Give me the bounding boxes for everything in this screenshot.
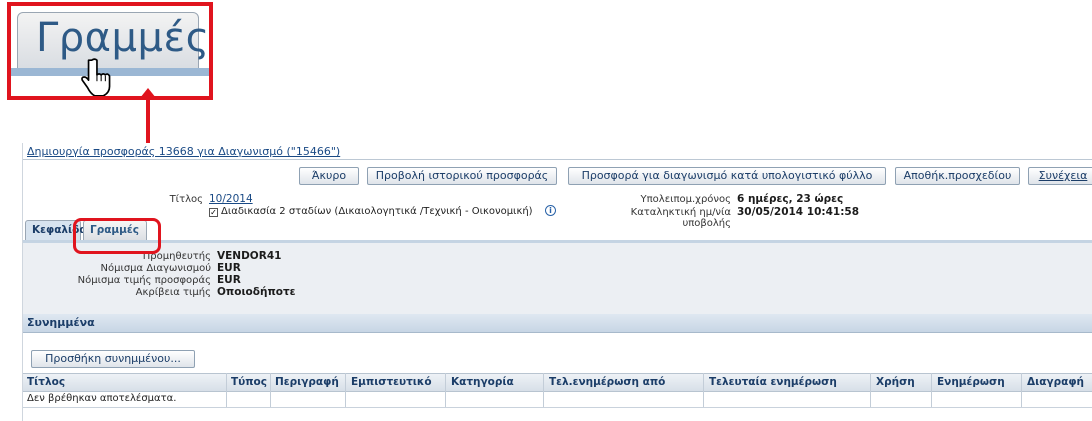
cancel-button[interactable]: Άκυρο [299, 167, 359, 185]
column-header[interactable]: Χρήση [876, 376, 915, 388]
page-title[interactable]: Δημιουργία προσφοράς 13668 για Διαγωνισμ… [27, 145, 340, 158]
title-label: Τίτλος [169, 194, 203, 205]
column-header[interactable]: Ενημέρωση [937, 376, 1005, 388]
bid-history-button[interactable]: Προβολή ιστορικού προσφοράς [367, 167, 557, 185]
zoomed-lines-tab-label: Γραμμές [36, 15, 210, 61]
attachments-section-header: Συνημμένα [23, 314, 1092, 333]
info-icon[interactable]: i [545, 205, 556, 216]
currency-value: EUR [217, 262, 241, 274]
toolbar: Άκυρο Προβολή ιστορικού προσφοράς Προσφο… [23, 167, 1092, 189]
hand-pointer-icon [81, 58, 111, 96]
tab-bar: Κεφαλίδα Γραμμές [23, 220, 1092, 240]
title-link[interactable]: 10/2014 [209, 193, 253, 205]
remaining-time-label: Υπολειπομ.χρόνος [640, 194, 731, 205]
two-stage-label: Διαδικασία 2 σταδίων (Δικαιολογητικά /Τε… [221, 206, 533, 217]
supplier-value: VENDOR41 [217, 250, 282, 262]
zoom-callout: Γραμμές [7, 2, 213, 100]
column-header[interactable]: Τίτλος [27, 376, 65, 388]
empty-results-text: Δεν βρέθηκαν αποτελέσματα. [27, 393, 177, 404]
lines-tab-highlight [73, 218, 161, 254]
column-header[interactable]: Τύπος [231, 376, 267, 388]
price-precision-label: Ακρίβεια τιμής [135, 287, 211, 298]
column-header[interactable]: Τελευταία ενημέρωση [709, 376, 837, 388]
title-divider [23, 159, 1092, 160]
deadline-value: 30/05/2014 10:41:58 [737, 206, 860, 218]
column-header[interactable]: Τελ.ενημέρωση από [549, 376, 665, 388]
table-row: Δεν βρέθηκαν αποτελέσματα. [23, 391, 1092, 408]
price-precision-value: Οποιοδήποτε [217, 286, 296, 298]
bid-creation-page: Δημιουργία προσφοράς 13668 για Διαγωνισμ… [22, 143, 1092, 421]
column-header[interactable]: Κατηγορία [451, 376, 514, 388]
bid-currency-label: Νόμισμα τιμής προσφοράς [77, 275, 211, 286]
spreadsheet-bid-button[interactable]: Προσφορά για διαγωνισμό κατά υπολογιστικ… [568, 167, 886, 185]
attachments-section-title: Συνημμένα [27, 316, 95, 329]
currency-label: Νόμισμα Διαγωνισμού [100, 263, 212, 274]
remaining-time-value: 6 ημέρες, 23 ώρες [737, 193, 844, 205]
continue-button[interactable]: Συνέχεια [1028, 167, 1092, 185]
column-header[interactable]: Εμπιστευτικό [351, 376, 432, 388]
two-stage-checkbox[interactable]: ✓ [209, 208, 218, 217]
add-attachment-button[interactable]: Προσθήκη συνημμένου... [31, 350, 195, 368]
column-header[interactable]: Περιγραφή [275, 376, 339, 388]
header-panel: Προμηθευτής VENDOR41 Νόμισμα Διαγωνισμού… [23, 240, 1092, 314]
save-draft-button[interactable]: Αποθήκ.προσχεδίου [895, 167, 1020, 185]
column-header[interactable]: Διαγραφή [1027, 376, 1084, 388]
bid-currency-value: EUR [217, 274, 241, 286]
